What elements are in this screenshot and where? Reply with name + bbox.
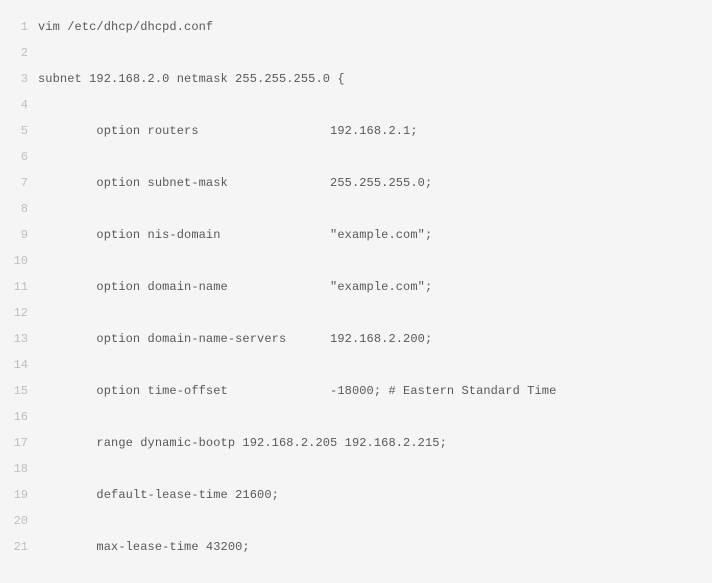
line-number: 9 xyxy=(0,222,38,248)
line-number: 15 xyxy=(0,378,38,404)
line-number: 13 xyxy=(0,326,38,352)
line-number: 19 xyxy=(0,482,38,508)
line-number: 20 xyxy=(0,508,38,534)
code-line: 6 xyxy=(0,144,712,170)
line-content: option domain-name "example.com"; xyxy=(38,274,712,300)
line-number: 16 xyxy=(0,404,38,430)
code-line: 18 xyxy=(0,456,712,482)
code-line: 3 subnet 192.168.2.0 netmask 255.255.255… xyxy=(0,66,712,92)
line-number: 18 xyxy=(0,456,38,482)
line-content: option nis-domain "example.com"; xyxy=(38,222,712,248)
code-line: 16 xyxy=(0,404,712,430)
code-block: 1 vim /etc/dhcp/dhcpd.conf 2 3 subnet 19… xyxy=(0,0,712,568)
code-line: 8 xyxy=(0,196,712,222)
code-line: 14 xyxy=(0,352,712,378)
line-number: 11 xyxy=(0,274,38,300)
code-line: 11 option domain-name "example.com"; xyxy=(0,274,712,300)
code-line: 19 default-lease-time 21600; xyxy=(0,482,712,508)
code-line: 4 xyxy=(0,92,712,118)
line-number: 3 xyxy=(0,66,38,92)
code-line: 20 xyxy=(0,508,712,534)
line-content: subnet 192.168.2.0 netmask 255.255.255.0… xyxy=(38,66,712,92)
line-content: max-lease-time 43200; xyxy=(38,534,712,560)
code-line: 12 xyxy=(0,300,712,326)
code-line: 17 range dynamic-bootp 192.168.2.205 192… xyxy=(0,430,712,456)
code-line: 15 option time-offset -18000; # Eastern … xyxy=(0,378,712,404)
line-number: 10 xyxy=(0,248,38,274)
line-number: 1 xyxy=(0,14,38,40)
line-number: 7 xyxy=(0,170,38,196)
line-content: default-lease-time 21600; xyxy=(38,482,712,508)
code-line: 7 option subnet-mask 255.255.255.0; xyxy=(0,170,712,196)
line-content: range dynamic-bootp 192.168.2.205 192.16… xyxy=(38,430,712,456)
code-line: 9 option nis-domain "example.com"; xyxy=(0,222,712,248)
line-number: 17 xyxy=(0,430,38,456)
line-content: option routers 192.168.2.1; xyxy=(38,118,712,144)
line-number: 5 xyxy=(0,118,38,144)
line-number: 12 xyxy=(0,300,38,326)
code-line: 2 xyxy=(0,40,712,66)
line-content: option subnet-mask 255.255.255.0; xyxy=(38,170,712,196)
line-content: option time-offset -18000; # Eastern Sta… xyxy=(38,378,712,404)
line-number: 2 xyxy=(0,40,38,66)
code-line: 10 xyxy=(0,248,712,274)
line-number: 14 xyxy=(0,352,38,378)
line-content: option domain-name-servers 192.168.2.200… xyxy=(38,326,712,352)
line-number: 6 xyxy=(0,144,38,170)
line-number: 4 xyxy=(0,92,38,118)
code-line: 21 max-lease-time 43200; xyxy=(0,534,712,560)
code-line: 13 option domain-name-servers 192.168.2.… xyxy=(0,326,712,352)
code-line: 1 vim /etc/dhcp/dhcpd.conf xyxy=(0,14,712,40)
line-number: 21 xyxy=(0,534,38,560)
code-line: 5 option routers 192.168.2.1; xyxy=(0,118,712,144)
line-content: vim /etc/dhcp/dhcpd.conf xyxy=(38,14,712,40)
line-number: 8 xyxy=(0,196,38,222)
